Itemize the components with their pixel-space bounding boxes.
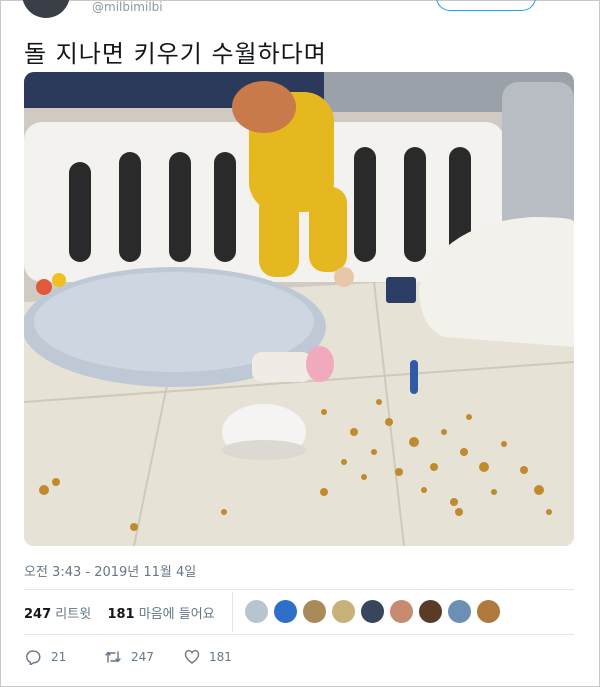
like-count: 181 — [209, 650, 232, 664]
retweet-button[interactable]: 247 — [104, 649, 154, 665]
liker-avatar[interactable] — [389, 599, 414, 624]
divider — [24, 589, 574, 590]
tweet-photo[interactable] — [24, 72, 574, 546]
retweets-label[interactable]: 리트윗 — [55, 607, 91, 622]
likes-label[interactable]: 마음에 들어요 — [139, 607, 215, 622]
avatar[interactable] — [22, 0, 70, 18]
tweet-text: 돌 지나면 키우기 수월하다며 — [24, 40, 327, 68]
liker-avatar[interactable] — [360, 599, 385, 624]
reply-button[interactable]: 21 — [26, 649, 66, 665]
likes-count[interactable]: 181 — [107, 607, 134, 622]
baby-photo-image — [24, 72, 574, 546]
liker-avatar[interactable] — [476, 599, 501, 624]
reply-icon — [26, 649, 42, 665]
divider — [24, 634, 574, 635]
retweet-count: 247 — [131, 650, 154, 664]
stats-divider — [232, 592, 233, 632]
heart-icon — [184, 649, 200, 665]
tweet-stats: 247 리트윗 181 마음에 들어요 — [24, 603, 215, 622]
liker-avatar[interactable] — [273, 599, 298, 624]
liker-avatar[interactable] — [447, 599, 472, 624]
liker-avatar[interactable] — [302, 599, 327, 624]
retweet-icon — [104, 649, 122, 665]
liker-avatar[interactable] — [244, 599, 269, 624]
follow-button[interactable] — [436, 0, 536, 11]
user-handle[interactable]: @milbimilbi — [92, 0, 163, 14]
reply-count: 21 — [51, 650, 67, 664]
liker-avatar[interactable] — [418, 599, 443, 624]
liker-avatar[interactable] — [331, 599, 356, 624]
retweets-count[interactable]: 247 — [24, 607, 51, 622]
like-button[interactable]: 181 — [184, 649, 232, 665]
tweet-header: @milbimilbi — [22, 0, 582, 18]
tweet-timestamp[interactable]: 오전 3:43 - 2019년 11월 4일 — [24, 561, 196, 580]
